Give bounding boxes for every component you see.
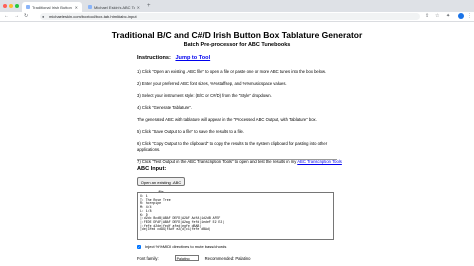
font-recommendation: Recommended: Palatino bbox=[204, 255, 251, 261]
browser-tab-active[interactable]: Traditional Irish Button Box Ta ✕ bbox=[22, 2, 82, 12]
midi-checkbox[interactable]: ✓ bbox=[137, 244, 141, 249]
maximize-window-button[interactable] bbox=[15, 4, 19, 8]
share-icon[interactable]: ⇪ bbox=[425, 13, 429, 20]
close-window-button[interactable] bbox=[3, 4, 7, 8]
instruction-step: 1) Click "Open an existing .ABC file" to… bbox=[137, 69, 326, 74]
instruction-step: 4) Click "Generate Tablature". bbox=[137, 105, 193, 110]
back-icon[interactable]: ← bbox=[4, 13, 9, 20]
instruction-step: 6) Click "Copy Output to the clipboard" … bbox=[137, 141, 328, 152]
menu-icon[interactable]: ⋮ bbox=[467, 13, 472, 20]
divider bbox=[137, 159, 337, 160]
midi-checkbox-label: Inject %%MIDI directives to mute bass/ch… bbox=[145, 244, 227, 249]
tab-strip: Traditional Irish Button Box Ta ✕ Michae… bbox=[0, 0, 474, 12]
font-family-label: Font family: bbox=[137, 255, 159, 261]
window-controls[interactable] bbox=[3, 4, 19, 8]
tab-title: Michael Eskin's ABC Tools bbox=[94, 4, 135, 10]
profile-avatar[interactable] bbox=[458, 13, 464, 19]
favicon-icon bbox=[88, 5, 92, 9]
tab-close-icon[interactable]: ✕ bbox=[137, 5, 140, 10]
font-family-row: Font family: Palatino Recommended: Palat… bbox=[137, 255, 251, 261]
open-abc-file-button[interactable]: Open an existing .ABC file bbox=[137, 177, 185, 194]
browser-tab[interactable]: Michael Eskin's ABC Tools ✕ bbox=[84, 2, 144, 12]
jump-to-tool-link[interactable]: Jump to Tool bbox=[175, 55, 210, 61]
instructions-section: Instructions: Jump to Tool 1) Click "Ope… bbox=[137, 55, 342, 171]
forward-icon[interactable]: → bbox=[14, 13, 19, 20]
lock-icon: ● bbox=[42, 14, 45, 19]
browser-toolbar: ← → ↻ ● michaeleskin.com/boxtool/box-tab… bbox=[0, 12, 474, 22]
instructions-heading: Instructions: Jump to Tool bbox=[137, 55, 337, 61]
minimize-window-button[interactable] bbox=[9, 4, 13, 8]
address-bar[interactable]: ● michaeleskin.com/boxtool/box-tab.html#… bbox=[40, 13, 420, 20]
font-family-input[interactable]: Palatino bbox=[174, 255, 199, 261]
instruction-step: 2) Enter your preferred ABC font sizes, … bbox=[137, 81, 287, 86]
favicon-icon bbox=[26, 5, 30, 9]
abc-input-textarea[interactable]: X: 1 T: The Rose Tree R: hornpipe M: 4/4… bbox=[137, 192, 334, 240]
instruction-step: 5) Click "Save Output to a file" to save… bbox=[137, 129, 245, 134]
tab-close-icon[interactable]: ✕ bbox=[75, 5, 78, 10]
tab-title: Traditional Irish Button Box Ta bbox=[32, 4, 73, 10]
page-content: Traditional B/C and C#/D Irish Button Bo… bbox=[0, 22, 474, 266]
instruction-step: The generated ABC with tablature will ap… bbox=[137, 117, 317, 122]
bookmark-star-icon[interactable]: ☆ bbox=[435, 13, 439, 20]
instructions-label: Instructions: bbox=[137, 55, 171, 61]
reload-icon[interactable]: ↻ bbox=[24, 13, 28, 20]
extensions-icon[interactable]: ✦ bbox=[446, 13, 450, 20]
page-subtitle: Batch Pre-processor for ABC Tunebooks bbox=[183, 42, 291, 48]
url-text: michaeleskin.com/boxtool/box-tab.html#ab… bbox=[49, 14, 137, 19]
page-title: Traditional B/C and C#/D Irish Button Bo… bbox=[111, 30, 363, 40]
new-tab-icon[interactable]: + bbox=[147, 2, 151, 10]
abc-input-heading: ABC Input: bbox=[137, 166, 167, 172]
midi-option-row: ✓ Inject %%MIDI directives to mute bass/… bbox=[137, 244, 226, 249]
instruction-step: 3) Select your instrument style: (B/C or… bbox=[137, 93, 272, 98]
